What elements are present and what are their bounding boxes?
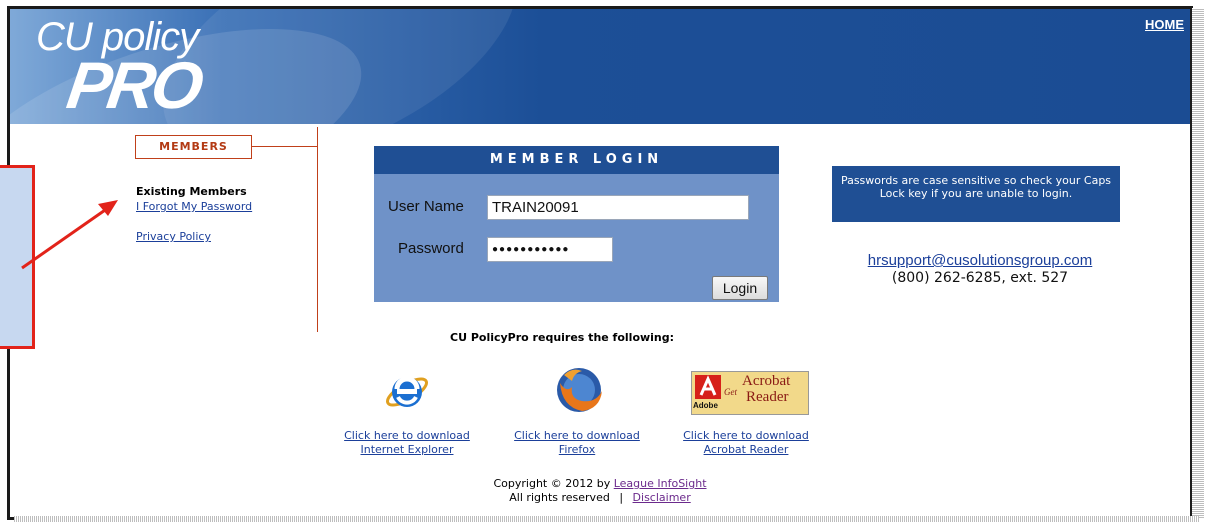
- member-login-panel: MEMBER LOGIN User Name TRAIN20091 Passwo…: [374, 146, 779, 302]
- username-field[interactable]: TRAIN20091: [487, 195, 749, 220]
- copyright-text: Copyright © 2012 by: [493, 477, 611, 490]
- rights-text: All rights reserved: [509, 491, 610, 504]
- support-phone: (800) 262-6285, ext. 527: [891, 270, 1069, 286]
- internet-explorer-icon[interactable]: [382, 365, 432, 415]
- download-firefox-line2: Firefox: [558, 443, 596, 456]
- existing-members-heading: Existing Members: [136, 185, 247, 198]
- acrobat-get-text: Get: [724, 387, 737, 397]
- download-firefox-link[interactable]: Click here to download Firefox: [492, 429, 662, 457]
- sidebar-divider: [317, 127, 318, 332]
- league-infosight-link[interactable]: League InfoSight: [614, 477, 707, 490]
- member-login-title: MEMBER LOGIN: [374, 146, 779, 174]
- rights-line: All rights reserved | Disclaimer: [10, 491, 1190, 505]
- logo-text-pro: PRO: [62, 48, 205, 122]
- acrobat-title-text: Acrobat: [742, 373, 791, 389]
- footer-copyright: Copyright © 2012 by League InfoSight All…: [10, 477, 1190, 505]
- password-field[interactable]: ●●●●●●●●●●●: [487, 237, 613, 262]
- password-label: Password: [398, 240, 464, 257]
- disclaimer-link[interactable]: Disclaimer: [633, 491, 691, 504]
- forgot-password-link[interactable]: I Forgot My Password: [136, 200, 252, 213]
- page-shadow-right: [1192, 8, 1204, 518]
- download-acrobat-line2: Acrobat Reader: [703, 443, 789, 456]
- copyright-line: Copyright © 2012 by League InfoSight: [10, 477, 1190, 491]
- footer-separator: |: [619, 491, 624, 504]
- page-shadow-bottom: [14, 516, 1199, 522]
- requirements-heading: CU PolicyPro requires the following:: [450, 331, 675, 344]
- privacy-policy-link[interactable]: Privacy Policy: [136, 230, 211, 243]
- caps-lock-notice: Passwords are case sensitive so check yo…: [832, 166, 1120, 222]
- annotation-callout-box: [0, 165, 35, 349]
- acrobat-reader-text: Reader: [746, 389, 789, 405]
- download-acrobat-link[interactable]: Click here to download Acrobat Reader: [661, 429, 831, 457]
- login-button[interactable]: Login: [712, 276, 768, 300]
- members-section-label: MEMBERS: [135, 135, 252, 159]
- username-label: User Name: [388, 198, 464, 215]
- download-ie-link[interactable]: Click here to download Internet Explorer: [322, 429, 492, 457]
- support-email-link[interactable]: hrsupport@cusolutionsgroup.com: [840, 252, 1120, 269]
- download-ie-line1: Click here to download: [344, 429, 470, 442]
- firefox-icon[interactable]: [552, 363, 606, 417]
- page-frame: CU policy PRO HOME MEMBERS Existing Memb…: [7, 6, 1193, 520]
- download-acrobat-line1: Click here to download: [683, 429, 809, 442]
- download-firefox-line1: Click here to download: [514, 429, 640, 442]
- home-link[interactable]: HOME: [1145, 17, 1184, 32]
- adobe-wordmark: Adobe: [693, 401, 718, 410]
- header-banner: CU policy PRO HOME: [10, 9, 1190, 124]
- download-ie-line2: Internet Explorer: [360, 443, 454, 456]
- members-connector-line: [251, 146, 318, 147]
